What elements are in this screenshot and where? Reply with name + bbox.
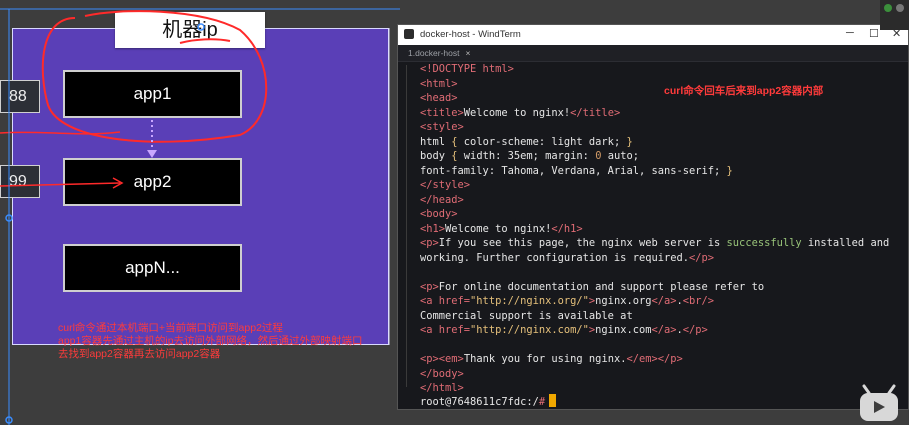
output-line: <style> <box>420 121 464 133</box>
terminal-output[interactable]: <!DOCTYPE html> <html> <head> <title>Welcom… <box>420 62 889 396</box>
output-line: <a href="http://nginx.com/">nginx.com</a… <box>420 324 708 336</box>
output-line: <p><em>Thank you for using nginx.</em></… <box>420 353 683 365</box>
window-title: docker-host - WindTerm <box>420 29 521 40</box>
output-line: <p>If you see this page, the nginx web s… <box>420 237 890 249</box>
output-line-blank <box>420 265 889 280</box>
tab-close-icon[interactable]: × <box>466 48 471 58</box>
text-cursor <box>549 394 557 407</box>
output-line: </style> <box>420 179 471 191</box>
app-icon <box>404 29 414 39</box>
window-titlebar[interactable]: docker-host - WindTerm ─ ☐ ✕ <box>398 25 908 45</box>
output-line: </body> <box>420 367 464 380</box>
terminal-annotation: curl命令回车后来到app2容器内部 <box>664 85 824 97</box>
terminal-prompt[interactable]: root@7648611c7fdc:/# <box>420 394 557 408</box>
output-line: body { width: 35em; margin: 0 auto; <box>420 150 639 162</box>
diagram-note-line1: curl命令通过本机端口+当前端口访问到app2过程 <box>58 322 283 334</box>
diagram-note-line2: app1容器先通过主机的ip去访问外部网络，然后通过外部映射端口 <box>58 335 363 347</box>
tab-docker-host[interactable]: 1.docker-host × <box>400 46 476 60</box>
annotation-strokes <box>0 8 400 425</box>
output-line: <h1>Welcome to nginx!</h1> <box>420 222 583 235</box>
output-line: <!DOCTYPE html> <box>420 63 514 75</box>
minimize-icon[interactable]: ─ <box>846 27 854 39</box>
prompt-text: root@7648611c7fdc:/ <box>420 396 539 408</box>
terminal-gutter <box>406 65 407 387</box>
bilibili-logo-icon <box>860 384 898 421</box>
port88-arrow-stroke <box>0 131 121 135</box>
output-line: working. Further configuration is requir… <box>420 251 715 264</box>
output-line: html { color-scheme: light dark; } <box>420 135 633 148</box>
output-line: <body> <box>420 208 458 220</box>
output-line: <a href="http://nginx.org/">nginx.org</a… <box>420 295 715 307</box>
title-underline-stroke <box>179 38 231 44</box>
side-toolbar <box>880 0 909 30</box>
selection-handle-top <box>197 23 205 31</box>
tab-bar: 1.docker-host × <box>398 45 908 62</box>
prompt-symbol: # <box>538 396 546 408</box>
tab-label: 1.docker-host <box>408 48 460 58</box>
maximize-icon[interactable]: ☐ <box>869 27 879 40</box>
app1-circle-stroke <box>41 10 268 143</box>
output-line-blank <box>420 338 889 353</box>
diagram-note-line3: 去找到app2容器再去访问app2容器 <box>58 348 221 360</box>
terminal-window[interactable]: docker-host - WindTerm ─ ☐ ✕ 1.docker-ho… <box>397 24 909 410</box>
output-line: </head> <box>420 193 464 206</box>
port99-arrow-stroke <box>0 182 121 187</box>
output-line: <title>Welcome to nginx!</title> <box>420 106 621 119</box>
side-toolbar-icons <box>884 4 904 12</box>
output-line: Commercial support is available at <box>420 309 633 322</box>
output-line: font-family: Tahoma, Verdana, Arial, san… <box>420 164 733 177</box>
output-line: <p>For online documentation and support … <box>420 280 765 293</box>
app1-to-app2-arrowhead <box>147 150 157 158</box>
